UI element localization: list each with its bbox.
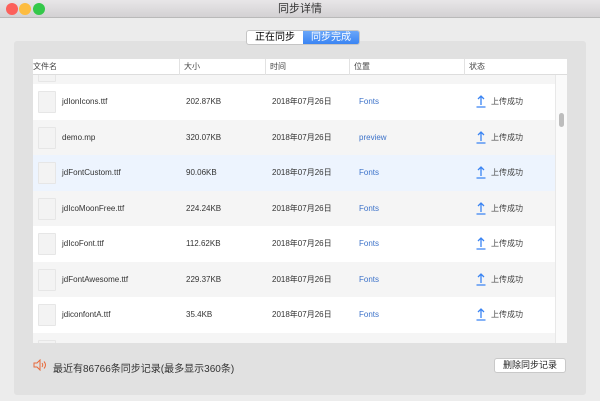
window-title: 同步详情: [278, 3, 322, 15]
file-location-link[interactable]: Fonts: [359, 191, 379, 227]
upload-icon: [476, 237, 486, 250]
upload-icon: [476, 95, 486, 108]
delete-sync-records-button[interactable]: 删除同步记录: [494, 358, 566, 373]
header-time[interactable]: 时间: [265, 59, 286, 75]
table-row[interactable]: jdiconfontA.ttf 35.4KB 2018年07月26日 Fonts…: [33, 297, 555, 333]
file-name: demo.mp: [62, 132, 96, 142]
file-size: 112.62KB: [186, 239, 221, 248]
upload-status: 上传成功: [491, 168, 523, 177]
header-size[interactable]: 大小: [179, 59, 200, 75]
file-name: jdIcoMoonFree.ttf: [62, 203, 125, 213]
upload-icon: [476, 166, 486, 179]
upload-status: 上传成功: [491, 132, 523, 142]
scrollbar-thumb[interactable]: [559, 113, 564, 127]
tab-switcher: 正在同步 同步完成: [246, 30, 360, 45]
tab-syncing[interactable]: 正在同步: [247, 31, 303, 44]
file-icon: [38, 91, 56, 113]
file-name: jdIonIcons.ttf: [62, 97, 108, 106]
file-name: jdFontAwesome.ttf: [62, 274, 129, 284]
file-time: 2018年07月26日: [272, 203, 332, 213]
table-row[interactable]: demo.mp 320.07KB 2018年07月26日 preview 上传成…: [33, 119, 555, 156]
sync-table: 文件名 大小 时间 位置 状态 jdIonIcons.ttf 202.87KB …: [33, 59, 567, 343]
zoom-window-button[interactable]: [33, 3, 45, 15]
file-size: 35.4KB: [186, 310, 213, 319]
file-size: 229.37KB: [186, 274, 222, 284]
file-name: jdIcoFont.ttf: [62, 239, 104, 248]
file-time: 2018年07月26日: [272, 97, 332, 106]
upload-status: 上传成功: [491, 203, 523, 213]
file-time: 2018年07月26日: [272, 168, 332, 177]
file-icon: [38, 197, 56, 220]
file-location-link[interactable]: Fonts: [359, 262, 379, 298]
file-time: 2018年07月26日: [272, 132, 332, 142]
table-body: jdIonIcons.ttf 202.87KB 2018年07月26日 Font…: [33, 60, 555, 343]
table-row[interactable]: jdFontAwesome.ttf 229.37KB 2018年07月26日 F…: [33, 261, 555, 298]
upload-icon: [476, 272, 486, 286]
table-header: 文件名 大小 时间 位置 状态: [33, 59, 567, 75]
table-row[interactable]: [33, 332, 555, 343]
table-row[interactable]: [33, 60, 555, 84]
header-status[interactable]: 状态: [464, 59, 485, 75]
file-time: 2018年07月26日: [272, 310, 332, 319]
close-window-button[interactable]: [6, 3, 18, 15]
upload-status: 上传成功: [491, 97, 523, 106]
upload-status: 上传成功: [491, 274, 523, 284]
file-icon: [38, 339, 56, 343]
table-row[interactable]: jdFontCustom.ttf 90.06KB 2018年07月26日 Fon…: [33, 155, 555, 191]
file-name: jdFontCustom.ttf: [62, 168, 121, 177]
file-icon: [38, 233, 56, 255]
header-filename[interactable]: 文件名: [33, 59, 57, 75]
file-icon: [38, 268, 56, 291]
upload-icon: [476, 130, 486, 144]
upload-icon: [476, 201, 486, 215]
table-row[interactable]: jdIcoMoonFree.ttf 224.24KB 2018年07月26日 F…: [33, 190, 555, 227]
table-row[interactable]: jdIcoFont.ttf 112.62KB 2018年07月26日 Fonts…: [33, 226, 555, 262]
file-time: 2018年07月26日: [272, 274, 332, 284]
file-icon: [38, 304, 56, 326]
file-location-link[interactable]: preview: [359, 120, 387, 156]
file-size: 90.06KB: [186, 168, 217, 177]
file-location-link[interactable]: Fonts: [359, 155, 379, 191]
file-size: 224.24KB: [186, 203, 222, 213]
upload-status: 上传成功: [491, 239, 523, 248]
speaker-icon: [33, 359, 46, 371]
tab-sync-complete[interactable]: 同步完成: [303, 31, 359, 44]
title-bar: 同步详情: [0, 0, 600, 18]
upload-status: 上传成功: [491, 310, 523, 319]
file-size: 320.07KB: [186, 132, 222, 142]
file-location-link[interactable]: Fonts: [359, 297, 379, 333]
table-row[interactable]: jdIonIcons.ttf 202.87KB 2018年07月26日 Font…: [33, 84, 555, 120]
file-name: jdiconfontA.ttf: [62, 310, 111, 319]
header-location[interactable]: 位置: [349, 59, 370, 75]
file-location-link[interactable]: Fonts: [359, 84, 379, 120]
sync-summary: 最近有86766条同步记录(最多显示360条): [53, 364, 235, 375]
file-location-link[interactable]: Fonts: [359, 226, 379, 262]
file-size: 202.87KB: [186, 97, 222, 106]
minimize-window-button[interactable]: [19, 3, 31, 15]
file-icon: [38, 126, 56, 149]
upload-icon: [476, 308, 486, 321]
vertical-scrollbar[interactable]: [555, 74, 567, 343]
file-icon: [38, 162, 56, 184]
file-time: 2018年07月26日: [272, 239, 332, 248]
